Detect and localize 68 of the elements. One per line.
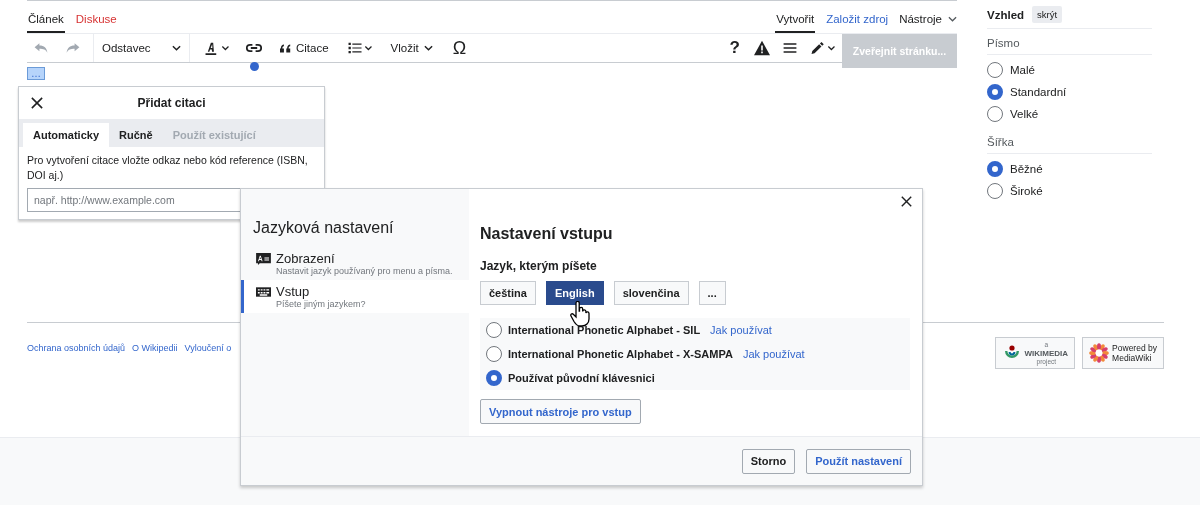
language-icon bbox=[256, 252, 271, 265]
language-button[interactable]: čeština bbox=[480, 281, 536, 305]
sunflower-logo-icon bbox=[1089, 343, 1110, 363]
cite-button[interactable]: Citace bbox=[272, 34, 337, 62]
radio-button[interactable] bbox=[987, 106, 1003, 122]
warning-icon[interactable] bbox=[754, 40, 770, 56]
cite-tab[interactable]: Ručně bbox=[109, 123, 163, 147]
text-style-icon[interactable] bbox=[204, 40, 230, 56]
option-label: Malé bbox=[1010, 64, 1035, 76]
page-tab[interactable]: Článek bbox=[27, 13, 65, 33]
appearance-title: Vzhled bbox=[987, 8, 1025, 21]
radio-button[interactable] bbox=[486, 346, 502, 362]
group-label: Šířka bbox=[987, 128, 1152, 154]
radio-button[interactable] bbox=[987, 161, 1003, 177]
group-label: Písmo bbox=[987, 29, 1152, 55]
option-label: Standardní bbox=[1010, 86, 1067, 98]
keyboard-icon bbox=[256, 285, 271, 298]
chevron-icon bbox=[948, 16, 957, 22]
footer-link[interactable]: O Wikipedii bbox=[132, 343, 178, 353]
cite-tab[interactable]: Automaticky bbox=[23, 123, 110, 147]
cancel-button[interactable]: Storno bbox=[741, 448, 796, 474]
language-button[interactable]: ... bbox=[698, 281, 726, 305]
insert-dropdown[interactable]: Vložit bbox=[382, 34, 441, 62]
disable-input-tools-button[interactable]: Vypnout nástroje pro vstup bbox=[480, 399, 641, 424]
language-button[interactable]: English bbox=[545, 281, 604, 305]
help-link[interactable]: Jak používat bbox=[710, 324, 772, 336]
method-label: International Phonetic Alphabet - X-SAMPA bbox=[508, 348, 733, 360]
method-label: International Phonetic Alphabet - SIL bbox=[508, 324, 701, 336]
apply-button[interactable]: Použít nastavení bbox=[806, 448, 911, 474]
radio-button[interactable] bbox=[486, 322, 502, 338]
list-icon[interactable] bbox=[346, 40, 373, 56]
close-icon[interactable] bbox=[901, 196, 912, 207]
option-label: Široké bbox=[1010, 185, 1043, 197]
option-label: Běžné bbox=[1010, 163, 1043, 175]
chevron-icon bbox=[423, 45, 433, 51]
nav-item[interactable]: Vstup Píšete jiným jazykem? bbox=[241, 280, 469, 313]
radio-button[interactable] bbox=[987, 62, 1003, 78]
radio-button[interactable] bbox=[987, 183, 1003, 199]
pencil-icon[interactable] bbox=[810, 40, 836, 56]
page-action-tab[interactable]: Vytvořit bbox=[775, 13, 816, 33]
page-tab[interactable]: Diskuse bbox=[74, 13, 118, 33]
special-characters-button[interactable]: Ω bbox=[444, 34, 475, 62]
footer-badge[interactable]: Powered by MediaWiki bbox=[1082, 337, 1164, 369]
radio-button[interactable] bbox=[987, 84, 1003, 100]
reference-marker[interactable]: … bbox=[27, 67, 45, 80]
popup-title: Přidat citaci bbox=[136, 96, 207, 110]
section-subheading: Jazyk, kterým píšete bbox=[480, 259, 598, 273]
help-button[interactable]: ? bbox=[721, 34, 748, 62]
nav-item[interactable]: Zobrazení Nastavit jazyk používaný pro menu a písma. bbox=[241, 247, 469, 280]
language-button[interactable]: slovenčina bbox=[613, 281, 689, 305]
option-label: Velké bbox=[1010, 108, 1039, 120]
chevron-icon bbox=[172, 45, 181, 51]
page-action-tab[interactable]: Založit zdroj bbox=[825, 13, 890, 33]
tools-menu[interactable]: Nástroje bbox=[899, 13, 957, 33]
close-icon[interactable] bbox=[31, 97, 43, 109]
hide-button[interactable]: skrýt bbox=[1032, 6, 1063, 23]
hint-text: Pro vytvoření citace vložte odkaz nebo kód reference (ISBN, DOI aj.) bbox=[27, 153, 309, 183]
footer-link[interactable]: Ochrana osobních údajů bbox=[27, 343, 126, 353]
method-label: Používat původní klávesnici bbox=[508, 372, 655, 384]
menu-icon[interactable] bbox=[782, 40, 798, 56]
dialog-title: Jazyková nastavení bbox=[252, 219, 395, 238]
radio-button[interactable] bbox=[486, 370, 502, 386]
footer-link[interactable]: Vyloučení o bbox=[184, 343, 232, 353]
section-heading: Nastavení vstupu bbox=[480, 225, 614, 243]
indicator-dot-icon bbox=[250, 62, 259, 71]
quote-icon bbox=[280, 43, 291, 53]
paragraph-dropdown[interactable]: Odstavec bbox=[93, 34, 189, 62]
help-link[interactable]: Jak používat bbox=[742, 348, 805, 360]
